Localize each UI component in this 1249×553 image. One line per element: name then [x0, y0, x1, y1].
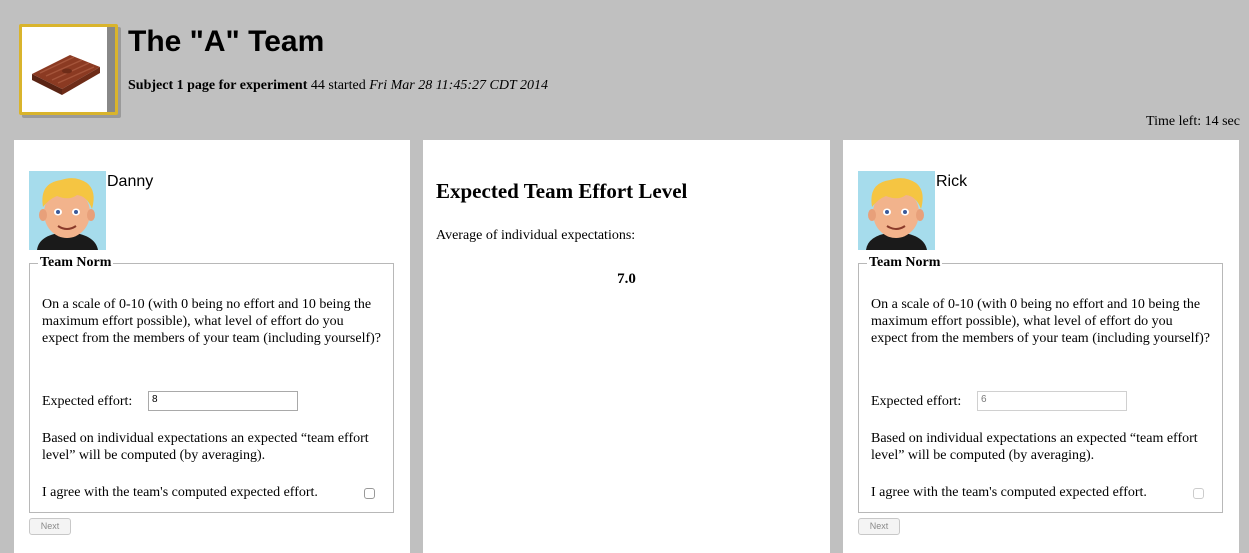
average-value: 7.0: [617, 271, 636, 287]
expected-effort-label: Expected effort:: [42, 394, 133, 409]
logo-shade: [107, 27, 115, 112]
expected-effort-input[interactable]: 6: [977, 391, 1127, 411]
agree-label: I agree with the team's computed expecte…: [871, 485, 1147, 500]
time-left: Time left: 14 sec: [1146, 114, 1240, 129]
player-panel-danny: Danny Team Norm On a scale of 0-10 (with…: [14, 140, 410, 553]
subtitle-date: Fri Mar 28 11:45:27 CDT 2014: [369, 78, 548, 93]
team-effort-panel: Expected Team Effort Level Average of in…: [423, 140, 830, 553]
agree-checkbox[interactable]: [1193, 488, 1204, 499]
wood-plank-icon: [32, 55, 100, 95]
page-header: The "A" Team Subject 1 page for experime…: [0, 0, 1249, 140]
average-label: Average of individual expectations:: [436, 228, 636, 243]
agree-label: I agree with the team's computed expecte…: [42, 485, 318, 500]
effort-question: On a scale of 0-10 (with 0 being no effo…: [42, 297, 381, 346]
player-panel-rick: Rick Team Norm On a scale of 0-10 (with …: [843, 140, 1239, 553]
next-button[interactable]: Next: [29, 518, 71, 535]
team-norm-fieldset: Team Norm On a scale of 0-10 (with 0 bei…: [29, 255, 394, 513]
team-norm-fieldset: Team Norm On a scale of 0-10 (with 0 bei…: [858, 255, 1223, 513]
team-norm-legend: Team Norm: [38, 255, 114, 271]
avatar-face-icon: [29, 171, 106, 250]
avatar-face-icon: [858, 171, 935, 250]
experiment-subtitle: Subject 1 page for experiment 44 started…: [128, 78, 548, 94]
expected-effort-input[interactable]: 8: [148, 391, 298, 411]
averaging-note: Based on individual expectations an expe…: [871, 431, 1198, 463]
team-logo: [19, 24, 118, 115]
next-button[interactable]: Next: [858, 518, 900, 535]
agree-checkbox[interactable]: [364, 488, 375, 499]
expected-effort-label: Expected effort:: [871, 394, 962, 409]
subtitle-bold: Subject 1 page for experiment: [128, 78, 308, 93]
avatar: [858, 171, 935, 250]
effort-question: On a scale of 0-10 (with 0 being no effo…: [871, 297, 1210, 346]
subtitle-plain: 44 started: [307, 78, 370, 93]
page-title: The "A" Team: [128, 25, 325, 58]
team-norm-legend: Team Norm: [867, 255, 943, 271]
avatar: [29, 171, 106, 250]
player-name: Rick: [936, 173, 968, 190]
player-name: Danny: [107, 173, 154, 190]
team-effort-title: Expected Team Effort Level: [436, 179, 688, 203]
averaging-note: Based on individual expectations an expe…: [42, 431, 369, 463]
